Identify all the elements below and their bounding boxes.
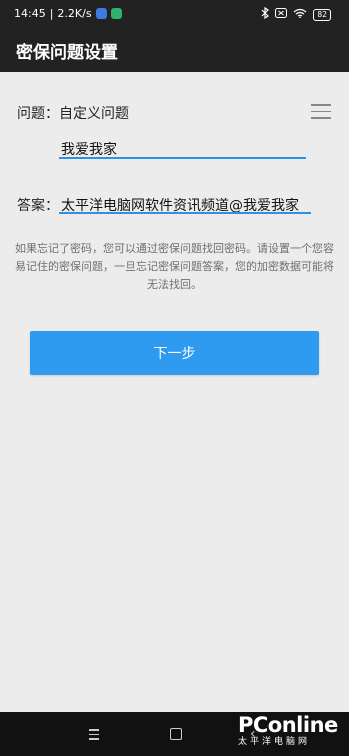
app-notification-icon	[95, 8, 107, 19]
watermark-sub-text: 太平洋电脑网	[238, 737, 311, 747]
status-speed: 2.2K/s	[57, 7, 92, 20]
status-divider: |	[49, 7, 54, 20]
home-icon[interactable]	[170, 728, 182, 740]
question-label: 问题：自定义问题	[17, 103, 129, 123]
next-button[interactable]: 下一步	[30, 331, 319, 375]
watermark-logo-text: PConline	[238, 713, 338, 737]
battery-icon: 82	[313, 8, 331, 21]
watermark-logo: PConline 太平洋电脑网	[238, 714, 338, 748]
status-time: 14:45	[14, 7, 46, 20]
status-left: 14:45 | 2.2K/s	[14, 7, 122, 20]
answer-input-underline	[59, 212, 311, 214]
menu-icon[interactable]	[89, 729, 99, 740]
question-type: 自定义问题	[59, 106, 129, 122]
wifi-icon	[293, 8, 307, 21]
bluetooth-icon	[261, 6, 270, 22]
question-input-underline	[59, 157, 306, 159]
app-bar: 密保问题设置	[0, 28, 349, 72]
answer-label: 答案：	[17, 198, 59, 214]
hint-text: 如果忘记了密码，您可以通过密保问题找回密码。请设置一个您容易记住的密保问题，一旦…	[15, 242, 334, 291]
page-title: 密保问题设置	[16, 43, 118, 63]
app-notification-icon	[110, 8, 122, 19]
question-label-text: 问题：	[17, 106, 59, 122]
status-bar: 14:45 | 2.2K/s 82	[0, 0, 349, 28]
question-menu-icon[interactable]	[311, 104, 331, 120]
sim-off-icon	[275, 8, 288, 21]
status-right: 82	[261, 6, 331, 22]
question-input[interactable]: 我爱我家	[61, 139, 117, 159]
